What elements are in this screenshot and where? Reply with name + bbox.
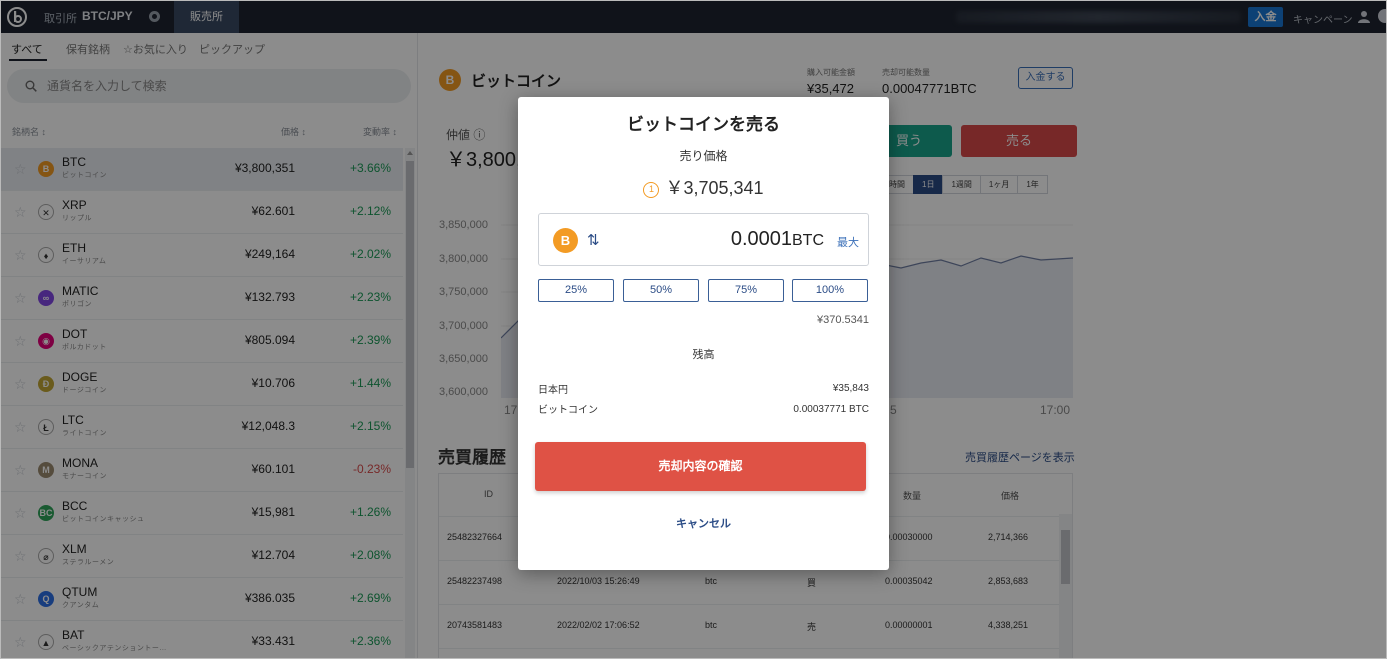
confirm-sell-button[interactable]: 売却内容の確認 [535,442,866,491]
pct-100-button[interactable]: 100% [792,279,868,302]
balance-btc-value: 0.00037771 BTC [793,404,869,415]
amount-value[interactable]: 0.0001 [731,228,792,250]
balance-btc-label: ビットコイン [538,405,598,416]
swap-unit-icon[interactable]: ⇅ [587,231,600,249]
cancel-button[interactable]: キャンセル [518,515,889,531]
timer-icon: 1 [643,182,660,198]
balance-jpy-label: 日本円 [538,385,568,396]
sell-price-label: 売り価格 [679,149,728,163]
pct-25-button[interactable]: 25% [538,279,614,302]
pct-50-button[interactable]: 50% [623,279,699,302]
sell-price-row: 1 ￥3,705,341 [518,174,889,200]
amount-input[interactable]: B ⇅ 0.0001BTC 最大 [538,213,869,266]
sell-price-value: ￥3,705,341 [665,178,764,198]
estimate-value: ¥370.5341 [817,314,869,326]
modal-title: ビットコインを売る [627,115,780,134]
sell-modal: ビットコインを売る 売り価格 1 ￥3,705,341 B ⇅ 0.0001BTC… [518,97,889,570]
amount-unit: BTC [792,232,824,249]
amount-field[interactable]: 0.0001BTC [731,228,824,251]
pct-75-button[interactable]: 75% [708,279,784,302]
bitcoin-icon: B [553,228,578,253]
max-button[interactable]: 最大 [837,234,859,250]
balance-jpy-value: ¥35,843 [832,383,869,394]
app-window: 取引所 BTC/JPY 販売所 入金 キャンペーン すべて 保有銘柄 ☆お気に入… [0,0,1387,659]
balance-title: 残高 [692,349,715,361]
